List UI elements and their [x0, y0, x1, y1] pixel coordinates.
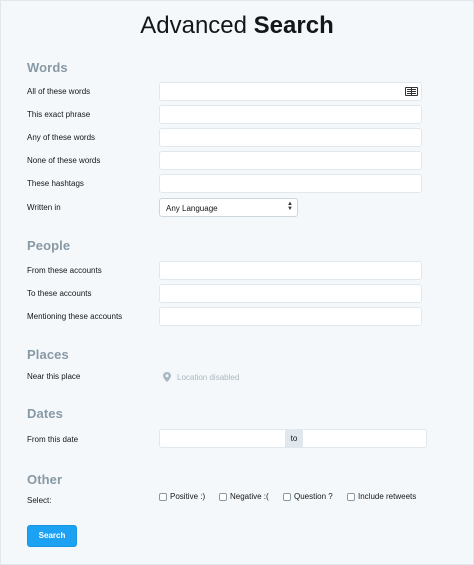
near-place-label: Near this place: [27, 372, 81, 381]
page-title-bold: Search: [253, 12, 334, 39]
select-arrows-icon: ▲ ▼: [287, 201, 293, 212]
select-label: Select:: [27, 496, 52, 505]
to-date-input[interactable]: [302, 429, 427, 448]
to-accounts-input[interactable]: [159, 284, 422, 303]
checkbox-box[interactable]: [159, 492, 167, 501]
checkbox-label: Positive :): [170, 492, 206, 501]
checkbox-label: Negative :(: [230, 492, 269, 501]
mentioning-accounts-label: Mentioning these accounts: [27, 312, 123, 321]
language-select[interactable]: Any Language ▲ ▼: [159, 198, 298, 217]
exact-phrase-label: This exact phrase: [27, 110, 91, 119]
section-title-other: Other: [27, 472, 63, 487]
checkbox-negative[interactable]: Negative :(: [219, 492, 269, 501]
from-accounts-label: From these accounts: [27, 266, 102, 275]
checkbox-label: Include retweets: [358, 492, 417, 501]
language-select-value: Any Language: [166, 204, 218, 213]
language-label: Written in: [27, 203, 61, 212]
location-status-text: Location disabled: [177, 372, 240, 382]
mentioning-accounts-input[interactable]: [159, 307, 422, 326]
hashtags-input[interactable]: [159, 174, 422, 193]
section-title-places: Places: [27, 347, 69, 362]
checkbox-positive[interactable]: Positive :): [159, 492, 205, 501]
section-title-people: People: [27, 238, 71, 253]
page-title: Advanced Search: [0, 12, 474, 40]
checkbox-box[interactable]: [283, 492, 291, 501]
to-accounts-label: To these accounts: [27, 289, 92, 298]
any-words-input[interactable]: [159, 128, 422, 147]
checkbox-box[interactable]: [219, 492, 227, 501]
checkbox-include-retweets[interactable]: Include retweets: [347, 492, 416, 501]
checkbox-question[interactable]: Question ?: [283, 492, 333, 501]
search-button[interactable]: Search: [27, 525, 77, 547]
any-words-label: Any of these words: [27, 133, 96, 142]
location-pin-icon: [163, 372, 171, 382]
checkbox-label: Question ?: [294, 492, 333, 501]
location-status: Location disabled: [163, 372, 239, 382]
all-words-input[interactable]: [159, 82, 422, 101]
none-words-label: None of these words: [27, 156, 101, 165]
section-title-dates: Dates: [27, 406, 63, 421]
keyboard-icon[interactable]: [405, 87, 418, 96]
page-title-light: Advanced: [140, 12, 247, 39]
from-date-label: From this date: [27, 435, 79, 444]
section-title-words: Words: [27, 60, 68, 75]
none-words-input[interactable]: [159, 151, 422, 170]
from-date-input[interactable]: [159, 429, 286, 448]
hashtags-label: These hashtags: [27, 179, 84, 188]
exact-phrase-input[interactable]: [159, 105, 422, 124]
date-range-to: to: [285, 429, 303, 448]
from-accounts-input[interactable]: [159, 261, 422, 280]
all-words-label: All of these words: [27, 87, 91, 96]
checkbox-box[interactable]: [347, 492, 355, 501]
